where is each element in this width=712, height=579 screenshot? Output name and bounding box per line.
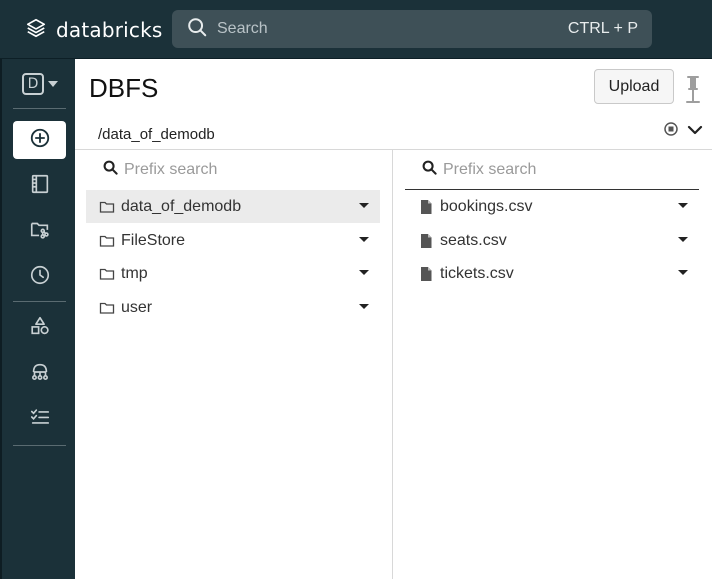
sidebar-item-workspace[interactable] — [13, 167, 66, 205]
workspace-switcher[interactable]: D — [22, 73, 58, 95]
dbfs-panel: DBFS Upload /data_of_demodb Prefix searc… — [75, 59, 712, 579]
sidebar-divider — [13, 108, 66, 109]
sidebar-divider — [13, 301, 66, 302]
prefix-search-left[interactable] — [86, 150, 380, 190]
caret-down-icon[interactable] — [359, 270, 369, 275]
folder-name: tmp — [121, 264, 148, 282]
search-icon — [405, 160, 437, 180]
caret-down-icon[interactable] — [678, 237, 688, 242]
file-icon — [418, 266, 434, 282]
caret-down-icon[interactable] — [359, 237, 369, 242]
folder-icon — [99, 300, 115, 316]
search-icon — [86, 160, 118, 180]
upload-button[interactable]: Upload — [594, 69, 674, 104]
caret-down-icon — [48, 81, 58, 87]
sidebar-item-data[interactable] — [13, 309, 66, 347]
file-row[interactable]: seats.csv — [405, 224, 699, 257]
column-divider — [392, 150, 393, 579]
folder-name: user — [121, 298, 153, 316]
folder-name: data_of_demodb — [121, 197, 242, 215]
sidebar-item-compute[interactable] — [13, 355, 66, 393]
folder-row[interactable]: tmp — [86, 257, 380, 290]
file-row[interactable]: tickets.csv — [405, 257, 699, 290]
file-row[interactable]: bookings.csv — [405, 190, 699, 223]
plus-circle-icon — [29, 127, 51, 154]
current-path: /data_of_demodb — [98, 126, 215, 143]
file-name: seats.csv — [440, 231, 507, 249]
chevron-down-icon[interactable] — [687, 123, 703, 137]
notebook-icon — [29, 173, 51, 200]
sidebar-item-repos[interactable] — [13, 212, 66, 250]
jobs-checklist-icon — [29, 406, 51, 433]
file-name: tickets.csv — [440, 264, 514, 282]
folder-row[interactable]: data_of_demodb — [86, 190, 380, 223]
prefix-search-input[interactable] — [124, 160, 344, 179]
file-icon — [418, 199, 434, 215]
folder-row[interactable]: user — [86, 291, 380, 324]
databricks-logo-icon — [25, 17, 47, 44]
folder-icon — [99, 233, 115, 249]
brand-name: databricks — [56, 18, 163, 42]
global-search[interactable]: CTRL + P — [172, 10, 652, 48]
caret-down-icon[interactable] — [359, 304, 369, 309]
file-name: bookings.csv — [440, 197, 533, 215]
search-shortcut: CTRL + P — [567, 20, 638, 37]
page-title: DBFS — [89, 73, 159, 103]
stop-icon[interactable] — [664, 122, 678, 136]
prefix-search-input[interactable] — [443, 160, 663, 179]
search-icon — [186, 16, 208, 43]
pin-icon[interactable] — [683, 75, 703, 105]
databricks-logo[interactable]: databricks — [25, 17, 163, 43]
top-bar: databricks CTRL + P — [0, 0, 712, 58]
folder-icon — [99, 266, 115, 282]
folder-name: FileStore — [121, 231, 186, 249]
sidebar-divider — [13, 445, 66, 446]
search-input[interactable] — [217, 20, 568, 38]
caret-down-icon[interactable] — [678, 203, 688, 208]
shapes-icon — [29, 315, 51, 342]
caret-down-icon[interactable] — [678, 270, 688, 275]
repos-icon — [29, 218, 51, 245]
sidebar-item-recents[interactable] — [13, 258, 66, 296]
sidebar-item-create[interactable] — [13, 121, 66, 159]
file-icon — [418, 233, 434, 249]
cluster-icon — [29, 361, 51, 388]
sidebar: D — [0, 59, 75, 579]
caret-down-icon[interactable] — [359, 203, 369, 208]
clock-icon — [29, 264, 51, 291]
prefix-search-right[interactable] — [405, 150, 699, 190]
folder-row[interactable]: FileStore — [86, 224, 380, 257]
workspace-letter: D — [22, 73, 44, 95]
sidebar-item-workflows[interactable] — [13, 400, 66, 438]
folder-icon — [99, 199, 115, 215]
